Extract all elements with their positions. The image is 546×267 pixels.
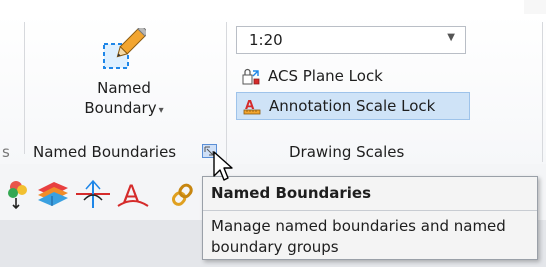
- previous-group-title-fragment: s: [2, 143, 10, 161]
- drawing-scale-value: 1:20: [249, 31, 283, 49]
- ribbon-separator-right: [542, 22, 543, 162]
- named-boundary-button[interactable]: Named Boundary ▾: [72, 20, 176, 120]
- named-boundary-label-text: Boundary: [84, 99, 157, 117]
- drawing-scales-group-title: Drawing Scales: [289, 143, 405, 161]
- window-top-strip: [0, 0, 546, 14]
- text-tool-icon[interactable]: A: [116, 178, 150, 210]
- ribbon-separator-middle: [226, 22, 227, 162]
- window-top-right-edge: [524, 0, 546, 14]
- named-boundary-label-line1: Named: [97, 79, 151, 97]
- plane-axis-icon[interactable]: [74, 178, 112, 210]
- named-boundaries-group-title: Named Boundaries: [33, 143, 177, 161]
- acs-plane-lock-icon: [242, 68, 260, 85]
- tooltip-description: Manage named boundaries and named bounda…: [211, 217, 506, 256]
- mouse-cursor-icon: [213, 151, 233, 181]
- annotation-scale-lock-label: Annotation Scale Lock: [269, 97, 436, 115]
- annotation-scale-lock-icon: A: [243, 98, 261, 115]
- chevron-down-icon: ▾: [158, 105, 164, 116]
- svg-text:A: A: [123, 180, 140, 208]
- acs-plane-lock-button[interactable]: ACS Plane Lock: [236, 63, 436, 91]
- surface-layers-icon[interactable]: [34, 178, 72, 210]
- drawing-scale-dropdown[interactable]: 1:20 ▼: [236, 26, 466, 54]
- dropdown-arrow-icon: ▼: [447, 32, 455, 43]
- chain-link-icon[interactable]: [168, 178, 198, 210]
- ribbon-separator-left: [24, 22, 25, 154]
- named-boundaries-tooltip: Named Boundaries Manage named boundaries…: [202, 176, 538, 260]
- multi-color-tool-icon[interactable]: [4, 178, 34, 210]
- named-boundary-label-line2: Boundary ▾: [72, 99, 176, 117]
- tooltip-title: Named Boundaries: [211, 184, 372, 202]
- tooltip-divider: [203, 210, 537, 211]
- named-boundary-pencil-icon: [103, 28, 146, 69]
- acs-plane-lock-label: ACS Plane Lock: [268, 67, 383, 85]
- annotation-scale-lock-button[interactable]: A Annotation Scale Lock: [236, 92, 470, 120]
